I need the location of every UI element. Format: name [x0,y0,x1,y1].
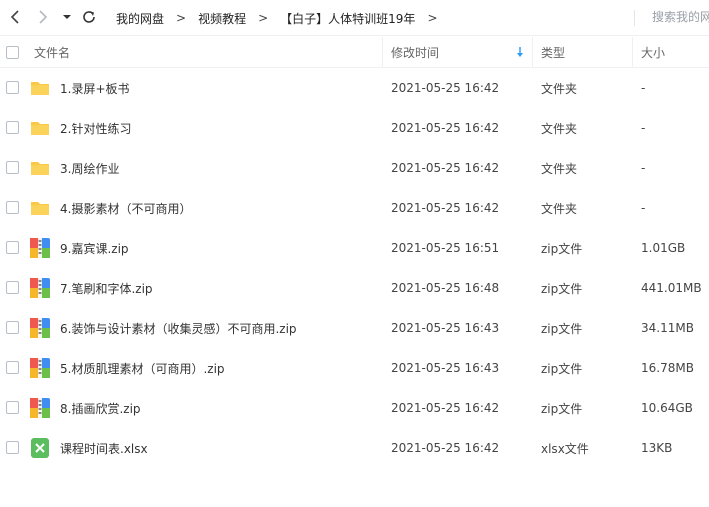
file-type: zip文件 [541,241,583,256]
file-name[interactable]: 8.插画欣赏.zip [60,388,141,428]
row-checkbox[interactable] [6,361,19,374]
folder-icon [30,118,50,138]
header-type[interactable]: 类型 [541,37,565,67]
row-checkbox[interactable] [6,401,19,414]
file-modified-time: 2021-05-25 16:42 [391,121,500,135]
file-type: zip文件 [541,401,583,416]
file-row[interactable]: 7.笔刷和字体.zip 2021-05-25 16:48 zip文件 441.0… [0,268,709,308]
file-size: 34.11MB [641,321,694,335]
folder-icon [30,198,50,218]
file-name[interactable]: 7.笔刷和字体.zip [60,268,153,308]
breadcrumb-separator: > [427,11,438,25]
column-divider [382,37,383,67]
file-type: zip文件 [541,281,583,296]
file-row[interactable]: 5.材质肌理素材（可商用）.zip 2021-05-25 16:43 zip文件… [0,348,709,388]
breadcrumb: 我的网盘 > 视频教程 > 【白子】人体特训班19年 > [112,0,446,36]
file-name[interactable]: 6.装饰与设计素材（收集灵感）不可商用.zip [60,308,297,348]
breadcrumb-separator: > [176,11,187,25]
file-modified-time: 2021-05-25 16:43 [391,361,500,375]
file-modified-time: 2021-05-25 16:43 [391,321,500,335]
file-modified-time: 2021-05-25 16:42 [391,201,500,215]
file-row[interactable]: 1.录屏+板书 2021-05-25 16:42 文件夹 - [0,68,709,108]
file-size: - [641,81,646,95]
file-row[interactable]: 6.装饰与设计素材（收集灵感）不可商用.zip 2021-05-25 16:43… [0,308,709,348]
folder-icon [30,158,50,178]
file-type: zip文件 [541,361,583,376]
toolbar: 我的网盘 > 视频教程 > 【白子】人体特训班19年 > 搜索我的网盘 [0,0,709,36]
header-size[interactable]: 大小 [641,37,665,67]
select-all-checkbox-cell [6,37,19,67]
file-name[interactable]: 4.摄影素材（不可商用） [60,188,191,228]
breadcrumb-item-current-folder[interactable]: 【白子】人体特训班19年 [276,10,419,27]
search-input[interactable]: 搜索我的网盘 [652,8,709,28]
file-modified-time: 2021-05-25 16:42 [391,81,500,95]
file-row[interactable]: 课程时间表.xlsx 2021-05-25 16:42 xlsx文件 13KB [0,428,709,468]
file-row[interactable]: 4.摄影素材（不可商用） 2021-05-25 16:42 文件夹 - [0,188,709,228]
history-dropdown-icon[interactable] [58,8,76,26]
row-checkbox[interactable] [6,161,19,174]
zip-icon [30,358,50,378]
file-name[interactable]: 2.针对性练习 [60,108,131,148]
header-modified[interactable]: 修改时间 [391,37,439,67]
file-row[interactable]: 9.嘉宾课.zip 2021-05-25 16:51 zip文件 1.01GB [0,228,709,268]
file-name[interactable]: 9.嘉宾课.zip [60,228,129,268]
file-modified-time: 2021-05-25 16:42 [391,441,500,455]
refresh-icon[interactable] [80,8,98,26]
file-size: 16.78MB [641,361,694,375]
file-type: xlsx文件 [541,441,589,456]
file-list-header: 文件名 修改时间 类型 大小 [0,37,709,68]
file-type: 文件夹 [541,161,578,176]
row-checkbox[interactable] [6,281,19,294]
file-type: 文件夹 [541,81,578,96]
xlsx-icon [30,438,50,458]
column-divider [632,37,633,67]
file-size: 1.01GB [641,241,686,255]
row-checkbox[interactable] [6,121,19,134]
back-arrow-icon[interactable] [6,8,24,26]
file-modified-time: 2021-05-25 16:42 [391,401,500,415]
zip-icon [30,238,50,258]
row-checkbox[interactable] [6,441,19,454]
file-modified-time: 2021-05-25 16:48 [391,281,500,295]
zip-icon [30,278,50,298]
file-type: zip文件 [541,321,583,336]
file-name[interactable]: 5.材质肌理素材（可商用）.zip [60,348,225,388]
row-checkbox[interactable] [6,201,19,214]
row-checkbox[interactable] [6,241,19,254]
file-row[interactable]: 8.插画欣赏.zip 2021-05-25 16:42 zip文件 10.64G… [0,388,709,428]
file-modified-time: 2021-05-25 16:42 [391,161,500,175]
select-all-checkbox[interactable] [6,45,19,59]
file-type: 文件夹 [541,121,578,136]
breadcrumb-item-video-tutorials[interactable]: 视频教程 [194,10,250,27]
file-name[interactable]: 1.录屏+板书 [60,68,130,108]
file-size: - [641,161,646,175]
file-type: 文件夹 [541,201,578,216]
breadcrumb-separator: > [258,11,269,25]
file-size: - [641,201,646,215]
file-size: 10.64GB [641,401,693,415]
folder-icon [30,78,50,98]
toolbar-divider [634,10,635,26]
row-checkbox[interactable] [6,321,19,334]
header-name[interactable]: 文件名 [34,37,70,67]
zip-icon [30,398,50,418]
forward-arrow-icon[interactable] [34,8,52,26]
file-name[interactable]: 3.周绘作业 [60,148,119,188]
file-modified-time: 2021-05-25 16:51 [391,241,500,255]
sort-desc-arrow-icon[interactable] [516,46,524,61]
breadcrumb-item-my-drive[interactable]: 我的网盘 [112,10,168,27]
file-size: - [641,121,646,135]
file-size: 13KB [641,441,673,455]
file-row[interactable]: 2.针对性练习 2021-05-25 16:42 文件夹 - [0,108,709,148]
file-name[interactable]: 课程时间表.xlsx [60,428,148,468]
file-row[interactable]: 3.周绘作业 2021-05-25 16:42 文件夹 - [0,148,709,188]
column-divider [532,37,533,67]
zip-icon [30,318,50,338]
file-size: 441.01MB [641,281,702,295]
row-checkbox[interactable] [6,81,19,94]
